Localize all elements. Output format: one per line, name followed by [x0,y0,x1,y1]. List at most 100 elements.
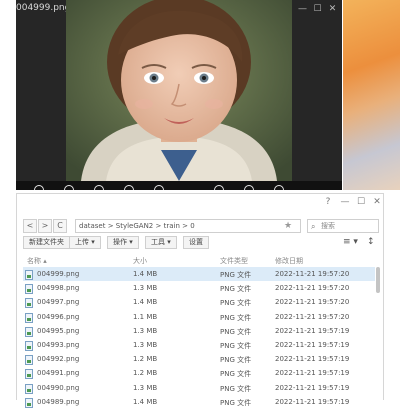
file-size: 1.3 MB [133,383,158,392]
file-modified: 2022-11-21 19:57:20 [275,270,350,278]
back-button[interactable]: < [23,219,37,233]
file-name: 004992.png [37,355,80,364]
table-row[interactable]: 004990.png 1.3 MB PNG 文件 2022-11-21 19:57:1… [23,381,375,395]
image-viewer-window: 004999.png ↗ — ☐ ✕ [16,0,342,190]
rotate-icon[interactable] [214,185,224,190]
viewer-maximize-button[interactable]: ☐ [312,4,323,15]
column-modified[interactable]: 修改日期 [275,256,303,266]
table-row[interactable]: 004998.png 1.3 MB PNG 文件 2022-11-21 19:57:2… [23,281,375,295]
file-size: 1.1 MB [133,312,158,321]
png-file-icon [25,355,33,366]
png-file-icon [25,312,33,323]
table-row[interactable]: 004993.png 1.3 MB PNG 文件 2022-11-21 19:57:1… [23,338,375,352]
file-modified: 2022-11-21 19:57:20 [275,284,350,293]
file-type: PNG 文件 [220,285,252,294]
play-icon[interactable] [124,185,134,190]
table-row[interactable]: 004997.png 1.4 MB PNG 文件 2022-11-21 19:57:2… [23,295,375,309]
delete-icon[interactable] [274,185,284,190]
star-icon[interactable]: ★ [284,219,292,233]
explorer-minimize-button[interactable]: — [339,196,351,208]
sort-button[interactable]: ↕ [367,236,375,249]
file-modified: 2022-11-21 19:57:19 [275,355,350,364]
file-type: PNG 文件 [220,313,252,322]
file-size: 1.2 MB [133,355,158,364]
file-name: 004995.png [37,326,80,335]
settings-button[interactable]: 设置 [183,236,209,249]
file-list: 004999.png 1.4 MB PNG 文件 2022-11-21 19:57:2… [23,267,375,409]
file-size: 1.4 MB [133,270,158,278]
file-name: 004999.png [37,270,80,278]
scrollbar[interactable] [376,267,380,293]
file-type: PNG 文件 [220,398,252,407]
table-row[interactable]: 004992.png 1.2 MB PNG 文件 2022-11-21 19:57:1… [23,352,375,366]
file-modified: 2022-11-21 19:57:19 [275,326,350,335]
new-folder-button[interactable]: 新建文件夹 [23,236,70,249]
search-placeholder: 搜索 [321,222,335,230]
png-file-icon [25,326,33,337]
explorer-maximize-button[interactable]: ☐ [355,196,367,208]
explorer-close-button[interactable]: ✕ [371,196,383,208]
child-portrait-image [66,0,292,181]
png-file-icon [25,298,33,309]
tools-button[interactable]: 工具 ▾ [145,236,177,249]
table-row[interactable]: 004991.png 1.2 MB PNG 文件 2022-11-21 19:57:1… [23,366,375,380]
file-size: 1.3 MB [133,326,158,335]
upload-button[interactable]: 上传 ▾ [69,236,101,249]
file-name: 004997.png [37,298,80,307]
file-list-header: 名称 ▴ 大小 文件类型 修改日期 [23,254,375,266]
file-name: 004990.png [37,383,80,392]
file-modified: 2022-11-21 19:57:19 [275,340,350,349]
file-type: PNG 文件 [220,271,252,279]
file-type: PNG 文件 [220,384,252,393]
file-size: 1.2 MB [133,369,158,378]
zoom-in-icon[interactable] [34,185,44,190]
file-type: PNG 文件 [220,327,252,336]
viewer-close-button[interactable]: ✕ [327,4,338,15]
file-type: PNG 文件 [220,299,252,308]
file-size: 1.4 MB [133,397,158,406]
file-name: 004993.png [37,340,80,349]
file-type: PNG 文件 [220,356,252,365]
png-file-icon [25,383,33,394]
file-name: 004991.png [37,369,80,378]
next-icon[interactable] [154,185,164,190]
file-name: 004996.png [37,312,80,321]
help-icon[interactable]: ? [322,196,334,208]
desktop-wallpaper [343,0,400,190]
file-type: PNG 文件 [220,341,252,350]
file-modified: 2022-11-21 19:57:19 [275,383,350,392]
column-name[interactable]: 名称 ▴ [27,256,47,266]
info-icon[interactable] [244,185,254,190]
file-name: 004998.png [37,284,80,293]
address-bar[interactable]: dataset > StyleGAN2 > train > 0 [75,219,301,233]
file-explorer-window: ? — ☐ ✕ < > C dataset > StyleGAN2 > trai… [16,193,384,408]
file-modified: 2022-11-21 19:57:20 [275,298,350,307]
zoom-out-icon[interactable] [64,185,74,190]
table-row[interactable]: 004995.png 1.3 MB PNG 文件 2022-11-21 19:57:1… [23,324,375,338]
viewer-minimize-button[interactable]: — [297,4,308,15]
png-file-icon [25,397,33,408]
refresh-button[interactable]: C [53,219,67,233]
column-size[interactable]: 大小 [133,256,147,266]
previous-icon[interactable] [94,185,104,190]
table-row[interactable]: 004989.png 1.4 MB PNG 文件 2022-11-21 19:57:1… [23,395,375,409]
file-type: PNG 文件 [220,370,252,379]
file-name: 004989.png [37,397,80,406]
png-file-icon [25,369,33,380]
table-row[interactable]: 004999.png 1.4 MB PNG 文件 2022-11-21 19:57:2… [23,267,375,282]
file-size: 1.3 MB [133,340,158,349]
table-row[interactable]: 004996.png 1.1 MB PNG 文件 2022-11-21 19:57:2… [23,310,375,324]
search-input[interactable]: ⌕ 搜索 [307,219,379,233]
explorer-titlebar: ? — ☐ ✕ [17,194,383,210]
file-modified: 2022-11-21 19:57:19 [275,369,350,378]
viewer-filename: 004999.png [16,3,71,13]
png-file-icon [25,340,33,351]
forward-button[interactable]: > [38,219,52,233]
png-file-icon [25,270,33,280]
action-button[interactable]: 操作 ▾ [107,236,139,249]
column-type[interactable]: 文件类型 [220,256,248,266]
view-mode-button[interactable]: ≡ ▾ [343,236,358,249]
file-modified: 2022-11-21 19:57:20 [275,312,350,321]
file-size: 1.4 MB [133,298,158,307]
viewer-photo [66,0,292,181]
